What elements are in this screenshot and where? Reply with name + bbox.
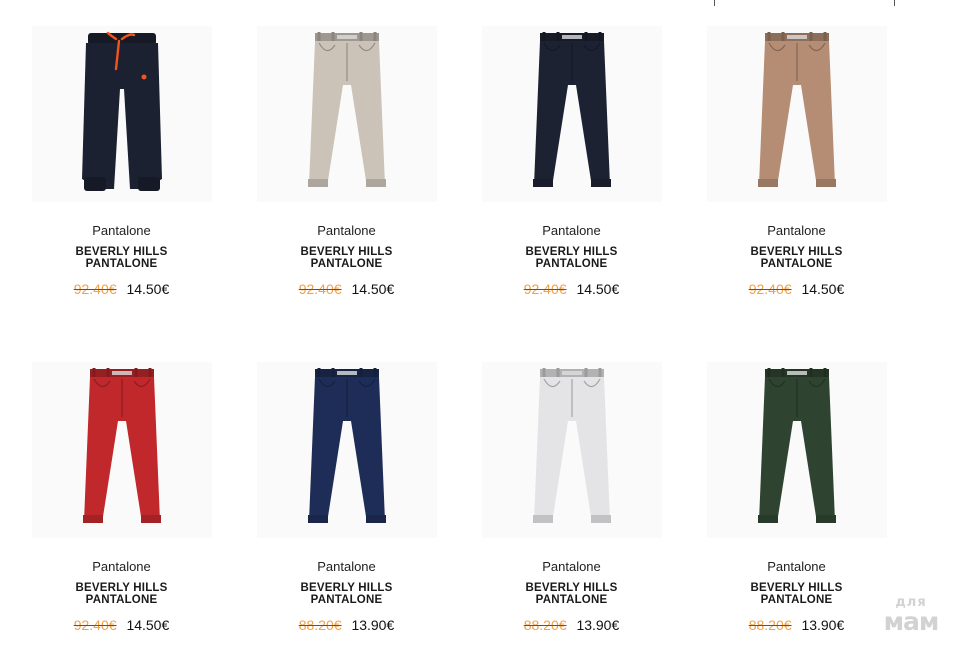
old-price: 92.40€ [73,281,117,297]
watermark-line2: мам [883,607,940,636]
product-category: Pantalone [767,559,826,574]
price-block: 92.40€ 14.50€ [234,281,459,297]
old-price: 92.40€ [73,617,117,633]
product-image[interactable] [706,26,887,202]
price-block: 88.20€ 13.90€ [234,617,459,633]
product-name[interactable]: BEVERLY HILLS PANTALONE [459,582,684,606]
price-block: 88.20€ 13.90€ [459,617,684,633]
sale-price: 14.50€ [126,617,170,633]
pants-icon [82,368,161,523]
product-image[interactable] [706,362,887,538]
old-price: 88.20€ [298,617,342,633]
sale-price: 13.90€ [351,617,395,633]
price-block: 92.40€ 14.50€ [9,617,234,633]
product-card[interactable]: Pantalone BEVERLY HILLS PANTALONE 88.20€… [234,362,459,633]
product-name[interactable]: BEVERLY HILLS PANTALONE [9,246,234,270]
product-category: Pantalone [542,223,601,238]
product-name-line2[interactable]: PANTALONE [9,594,234,606]
sale-price: 14.50€ [126,281,170,297]
product-name[interactable]: BEVERLY HILLS PANTALONE [9,582,234,606]
product-category: Pantalone [92,559,151,574]
watermark-logo: для мам [875,596,947,634]
product-name-line2[interactable]: PANTALONE [459,258,684,270]
product-card[interactable]: Pantalone BEVERLY HILLS PANTALONE 92.40€… [684,26,909,297]
sale-price: 14.50€ [351,281,395,297]
top-bracket-divider [714,0,895,6]
product-name-line2[interactable]: PANTALONE [234,258,459,270]
product-card[interactable]: Pantalone BEVERLY HILLS PANTALONE 92.40€… [459,26,684,297]
pants-icon [532,368,611,523]
product-name-line1[interactable]: BEVERLY HILLS [234,246,459,258]
product-category: Pantalone [92,223,151,238]
product-name[interactable]: BEVERLY HILLS PANTALONE [234,246,459,270]
product-name-line2[interactable]: PANTALONE [459,594,684,606]
price-block: 92.40€ 14.50€ [459,281,684,297]
product-name-line1[interactable]: BEVERLY HILLS [459,246,684,258]
sale-price: 14.50€ [576,281,620,297]
product-name-line2[interactable]: PANTALONE [234,594,459,606]
product-name-line2[interactable]: PANTALONE [684,258,909,270]
sale-price: 14.50€ [801,281,845,297]
product-category: Pantalone [767,223,826,238]
product-image[interactable] [481,362,662,538]
sale-price: 13.90€ [576,617,620,633]
product-image[interactable] [256,26,437,202]
pants-icon [757,32,836,187]
product-name-line2[interactable]: PANTALONE [9,258,234,270]
pants-icon [532,32,611,187]
old-price: 88.20€ [523,617,567,633]
product-card[interactable]: Pantalone BEVERLY HILLS PANTALONE 88.20€… [684,362,909,633]
product-name-line1[interactable]: BEVERLY HILLS [234,582,459,594]
product-image[interactable] [31,26,212,202]
old-price: 92.40€ [523,281,567,297]
product-card[interactable]: Pantalone BEVERLY HILLS PANTALONE 92.40€… [9,26,234,297]
pants-icon [307,368,386,523]
old-price: 88.20€ [748,617,792,633]
product-name-line1[interactable]: BEVERLY HILLS [459,582,684,594]
price-block: 92.40€ 14.50€ [9,281,234,297]
product-category: Pantalone [317,559,376,574]
pants-icon [81,31,162,191]
product-name-line1[interactable]: BEVERLY HILLS [9,246,234,258]
product-name-line1[interactable]: BEVERLY HILLS [9,582,234,594]
product-name[interactable]: BEVERLY HILLS PANTALONE [684,246,909,270]
product-image[interactable] [481,26,662,202]
product-card[interactable]: Pantalone BEVERLY HILLS PANTALONE 92.40€… [234,26,459,297]
old-price: 92.40€ [748,281,792,297]
product-name-line1[interactable]: BEVERLY HILLS [684,582,909,594]
product-name-line1[interactable]: BEVERLY HILLS [684,246,909,258]
product-image[interactable] [31,362,212,538]
product-name[interactable]: BEVERLY HILLS PANTALONE [234,582,459,606]
product-image[interactable] [256,362,437,538]
price-block: 92.40€ 14.50€ [684,281,909,297]
product-category: Pantalone [317,223,376,238]
product-card[interactable]: Pantalone BEVERLY HILLS PANTALONE 92.40€… [9,362,234,633]
product-name[interactable]: BEVERLY HILLS PANTALONE [459,246,684,270]
sale-price: 13.90€ [801,617,845,633]
old-price: 92.40€ [298,281,342,297]
pants-icon [307,32,386,187]
pants-icon [757,368,836,523]
product-card[interactable]: Pantalone BEVERLY HILLS PANTALONE 88.20€… [459,362,684,633]
product-category: Pantalone [542,559,601,574]
